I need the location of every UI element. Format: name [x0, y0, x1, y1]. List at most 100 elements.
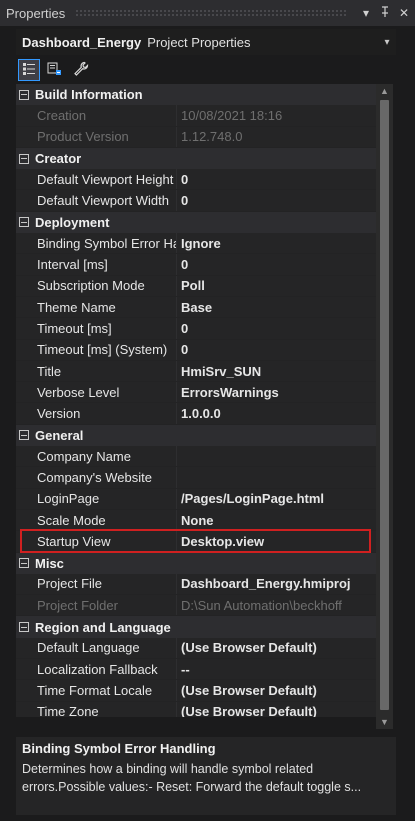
property-value[interactable]: 1.12.748.0: [177, 127, 376, 147]
scrollbar-thumb[interactable]: [380, 100, 389, 710]
property-row[interactable]: Creation 10/08/2021 18:16: [16, 105, 376, 127]
property-name: Title: [16, 360, 177, 382]
property-row[interactable]: Project Folder D:\Sun Automation\beckhoff: [16, 595, 376, 617]
property-value[interactable]: 0: [177, 318, 376, 338]
category-label: Build Information: [35, 87, 143, 103]
property-value[interactable]: (Use Browser Default): [177, 702, 376, 717]
property-value[interactable]: Poll: [177, 276, 376, 296]
property-pages-icon: [47, 62, 63, 79]
property-value[interactable]: Base: [177, 297, 376, 317]
vertical-scrollbar[interactable]: ▲ ▼: [376, 84, 393, 729]
property-name: Localization Fallback: [16, 659, 177, 680]
chevron-down-icon[interactable]: ▾: [378, 37, 396, 48]
property-value[interactable]: (Use Browser Default): [177, 638, 376, 658]
property-value[interactable]: HmiSrv_SUN: [177, 361, 376, 381]
wrench-button[interactable]: [70, 59, 92, 81]
property-name: Scale Mode: [16, 509, 177, 531]
category-row[interactable]: Build Information: [16, 84, 376, 106]
properties-toolbar: [16, 56, 396, 84]
category-label: Deployment: [35, 214, 110, 230]
description-pane: Binding Symbol Error Handling Determines…: [16, 737, 396, 815]
property-value[interactable]: Desktop.view: [177, 531, 376, 551]
property-row[interactable]: Interval [ms] 0: [16, 254, 376, 276]
property-row[interactable]: Title HmiSrv_SUN: [16, 360, 376, 383]
close-icon[interactable]: ✕: [396, 6, 412, 20]
category-label: Region and Language: [35, 619, 171, 635]
scroll-up-icon[interactable]: ▲: [376, 84, 393, 98]
description-text: Determines how a binding will handle sym…: [22, 762, 362, 794]
property-value[interactable]: 10/08/2021 18:16: [177, 105, 376, 125]
property-value[interactable]: D:\Sun Automation\beckhoff: [177, 595, 376, 615]
categorized-button[interactable]: [18, 59, 40, 81]
property-value[interactable]: ErrorsWarnings: [177, 382, 376, 402]
category-row[interactable]: Region and Language: [16, 616, 376, 638]
property-row[interactable]: Default Language (Use Browser Default): [16, 637, 376, 660]
property-value[interactable]: [177, 446, 376, 466]
property-value[interactable]: 0: [177, 169, 376, 189]
property-value[interactable]: /Pages/LoginPage.html: [177, 489, 376, 509]
category-row[interactable]: Creator: [16, 147, 376, 170]
property-row[interactable]: Binding Symbol Error Han Ignore: [16, 233, 376, 255]
object-selector[interactable]: Dashboard_Energy Project Properties ▾: [16, 29, 396, 55]
property-row[interactable]: Localization Fallback --: [16, 659, 376, 681]
property-name: Product Version: [16, 126, 177, 147]
property-value[interactable]: 1.0.0.0: [177, 403, 376, 423]
property-row[interactable]: Timeout [ms] (System) 0: [16, 339, 376, 361]
property-row[interactable]: Timeout [ms] 0: [16, 318, 376, 340]
collapse-icon[interactable]: [16, 217, 32, 228]
property-row[interactable]: Version 1.0.0.0: [16, 403, 376, 425]
property-name: Timeout [ms] (System): [16, 339, 177, 360]
collapse-icon[interactable]: [16, 430, 32, 441]
property-row[interactable]: Scale Mode None: [16, 509, 376, 532]
property-grid: Build Information Creation 10/08/2021 18:1…: [16, 84, 376, 717]
property-pages-button[interactable]: [44, 59, 66, 81]
property-row[interactable]: Subscription Mode Poll: [16, 275, 376, 297]
property-row[interactable]: Company's Website: [16, 467, 376, 489]
property-name: LoginPage: [16, 488, 177, 509]
collapse-icon[interactable]: [16, 558, 32, 569]
window-position-dropdown-icon[interactable]: ▾: [358, 6, 374, 20]
property-row[interactable]: Time Zone (Use Browser Default): [16, 701, 376, 717]
property-value[interactable]: 0: [177, 190, 376, 210]
wrench-icon: [73, 61, 89, 80]
property-row[interactable]: LoginPage/Pages/LoginPage.html: [16, 488, 376, 510]
selected-object-type: Project Properties: [147, 34, 251, 50]
titlebar-grip[interactable]: [75, 9, 348, 17]
property-name: Creation: [16, 105, 177, 126]
property-name: Company's Website: [16, 467, 177, 488]
category-row[interactable]: Misc: [16, 552, 376, 574]
collapse-icon[interactable]: [16, 622, 32, 633]
property-name: Subscription Mode: [16, 275, 177, 296]
property-row[interactable]: Company Name: [16, 446, 376, 468]
category-row[interactable]: Deployment: [16, 211, 376, 234]
pin-icon[interactable]: [377, 5, 393, 21]
property-row[interactable]: Theme Name Base: [16, 296, 376, 319]
category-row[interactable]: General: [16, 424, 376, 447]
property-name: Time Format Locale: [16, 680, 177, 701]
property-value[interactable]: None: [177, 510, 376, 530]
property-name: Default Language: [16, 637, 177, 659]
property-value[interactable]: 0: [177, 340, 376, 360]
property-value[interactable]: Ignore: [177, 233, 376, 253]
property-row[interactable]: Product Version 1.12.748.0: [16, 126, 376, 148]
collapse-icon[interactable]: [16, 153, 32, 164]
property-value[interactable]: Dashboard_Energy.hmiproj: [177, 574, 376, 594]
property-name: Company Name: [16, 446, 177, 467]
property-row[interactable]: Default Viewport Width 0: [16, 190, 376, 212]
property-name: Theme Name: [16, 296, 177, 318]
property-name: Interval [ms]: [16, 254, 177, 275]
property-value[interactable]: [177, 467, 376, 487]
property-value[interactable]: 0: [177, 254, 376, 274]
property-value[interactable]: (Use Browser Default): [177, 680, 376, 700]
property-row[interactable]: Time Format Locale (Use Browser Default): [16, 680, 376, 702]
property-row[interactable]: Project File Dashboard_Energy.hmiproj: [16, 573, 376, 596]
panel-title: Properties: [6, 5, 66, 21]
property-row[interactable]: Default Viewport Height 0: [16, 169, 376, 191]
property-value[interactable]: --: [177, 659, 376, 679]
property-row[interactable]: Verbose Level ErrorsWarnings: [16, 382, 376, 404]
property-row[interactable]: Startup View Desktop.view: [16, 531, 376, 553]
description-splitter[interactable]: [0, 729, 415, 737]
property-name: Binding Symbol Error Han: [16, 233, 177, 254]
scroll-down-icon[interactable]: ▼: [376, 715, 393, 729]
collapse-icon[interactable]: [16, 89, 32, 100]
